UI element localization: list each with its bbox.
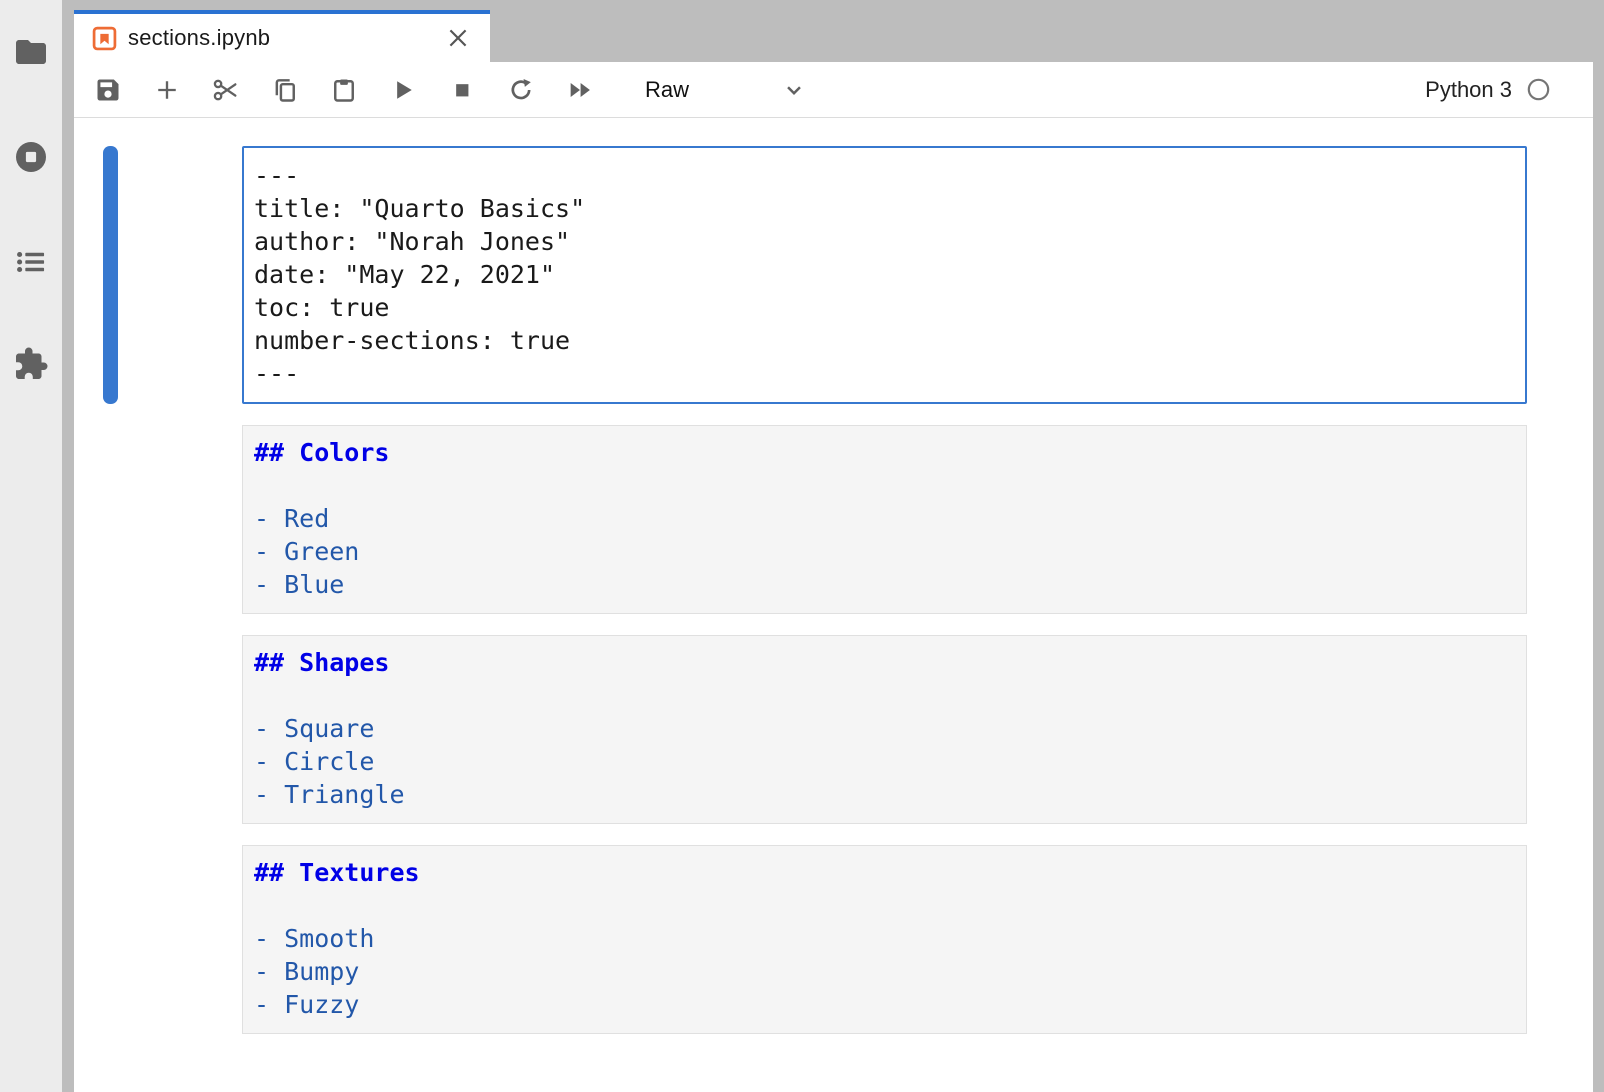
table-of-contents-icon[interactable] bbox=[13, 244, 49, 280]
close-tab-icon[interactable] bbox=[444, 24, 472, 52]
cell-collapser[interactable] bbox=[103, 425, 118, 614]
cell-markdown-shapes: ## Shapes - Square - Circle - Triangle bbox=[103, 635, 1527, 824]
restart-kernel-icon[interactable] bbox=[501, 70, 541, 110]
code-line: number-sections: true bbox=[254, 324, 1517, 357]
code-line: --- bbox=[254, 357, 1517, 390]
code-line: date: "May 22, 2021" bbox=[254, 258, 1517, 291]
chevron-down-icon bbox=[781, 77, 807, 103]
markdown-list-item: - Triangle bbox=[254, 778, 1518, 811]
cell-type-dropdown[interactable]: Raw bbox=[645, 70, 807, 110]
paste-cells-icon[interactable] bbox=[324, 70, 364, 110]
markdown-list-item: - Green bbox=[254, 535, 1518, 568]
code-line: title: "Quarto Basics" bbox=[254, 192, 1517, 225]
activity-sidebar bbox=[0, 0, 62, 1092]
markdown-list-item: - Blue bbox=[254, 568, 1518, 601]
notebook-icon bbox=[92, 26, 117, 51]
file-browser-icon[interactable] bbox=[13, 34, 49, 70]
run-cell-icon[interactable] bbox=[383, 70, 423, 110]
code-line: toc: true bbox=[254, 291, 1517, 324]
tab-sections-ipynb[interactable]: sections.ipynb bbox=[74, 10, 490, 62]
running-sessions-icon[interactable] bbox=[13, 139, 49, 175]
cut-cells-icon[interactable] bbox=[206, 70, 246, 110]
cell-collapser[interactable] bbox=[103, 845, 118, 1034]
markdown-cell-editor[interactable]: ## Textures - Smooth - Bumpy - Fuzzy bbox=[242, 845, 1527, 1034]
markdown-heading: ## Colors bbox=[254, 436, 1518, 469]
jupyterlab-window: sections.ipynb bbox=[0, 0, 1604, 1092]
kernel-status-icon[interactable] bbox=[1526, 77, 1551, 102]
insert-cell-icon[interactable] bbox=[147, 70, 187, 110]
cell-prompt bbox=[118, 845, 242, 1034]
markdown-heading: ## Shapes bbox=[254, 646, 1518, 679]
tab-title: sections.ipynb bbox=[128, 25, 270, 51]
cell-raw-frontmatter: --- title: "Quarto Basics" author: "Nora… bbox=[103, 146, 1527, 404]
save-icon[interactable] bbox=[88, 70, 128, 110]
code-line: author: "Norah Jones" bbox=[254, 225, 1517, 258]
kernel-name[interactable]: Python 3 bbox=[1425, 77, 1512, 103]
notebook-panel: --- title: "Quarto Basics" author: "Nora… bbox=[74, 118, 1593, 1034]
markdown-list-item: - Bumpy bbox=[254, 955, 1518, 988]
markdown-heading: ## Textures bbox=[254, 856, 1518, 889]
markdown-cell-editor[interactable]: ## Shapes - Square - Circle - Triangle bbox=[242, 635, 1527, 824]
run-all-cells-icon[interactable] bbox=[560, 70, 600, 110]
cell-type-value: Raw bbox=[645, 77, 689, 103]
raw-cell-editor[interactable]: --- title: "Quarto Basics" author: "Nora… bbox=[242, 146, 1527, 404]
extensions-icon[interactable] bbox=[13, 346, 49, 382]
tab-bar: sections.ipynb bbox=[74, 0, 1593, 62]
code-line: --- bbox=[254, 159, 1517, 192]
cell-markdown-colors: ## Colors - Red - Green - Blue bbox=[103, 425, 1527, 614]
markdown-list-item: - Red bbox=[254, 502, 1518, 535]
markdown-list-item: - Circle bbox=[254, 745, 1518, 778]
cell-collapser[interactable] bbox=[103, 635, 118, 824]
cell-prompt bbox=[118, 425, 242, 614]
main-dock-panel: sections.ipynb bbox=[74, 0, 1593, 1092]
cell-prompt bbox=[118, 635, 242, 824]
markdown-list-item: - Fuzzy bbox=[254, 988, 1518, 1021]
cell-prompt bbox=[118, 146, 242, 404]
cell-markdown-textures: ## Textures - Smooth - Bumpy - Fuzzy bbox=[103, 845, 1527, 1034]
cell-collapser[interactable] bbox=[103, 146, 118, 404]
sidebar-divider bbox=[62, 0, 74, 1092]
markdown-cell-editor[interactable]: ## Colors - Red - Green - Blue bbox=[242, 425, 1527, 614]
notebook-toolbar: Raw Python 3 bbox=[74, 62, 1593, 118]
markdown-list-item: - Square bbox=[254, 712, 1518, 745]
copy-cells-icon[interactable] bbox=[265, 70, 305, 110]
interrupt-kernel-icon[interactable] bbox=[442, 70, 482, 110]
markdown-list-item: - Smooth bbox=[254, 922, 1518, 955]
window-right-edge bbox=[1593, 0, 1604, 1092]
